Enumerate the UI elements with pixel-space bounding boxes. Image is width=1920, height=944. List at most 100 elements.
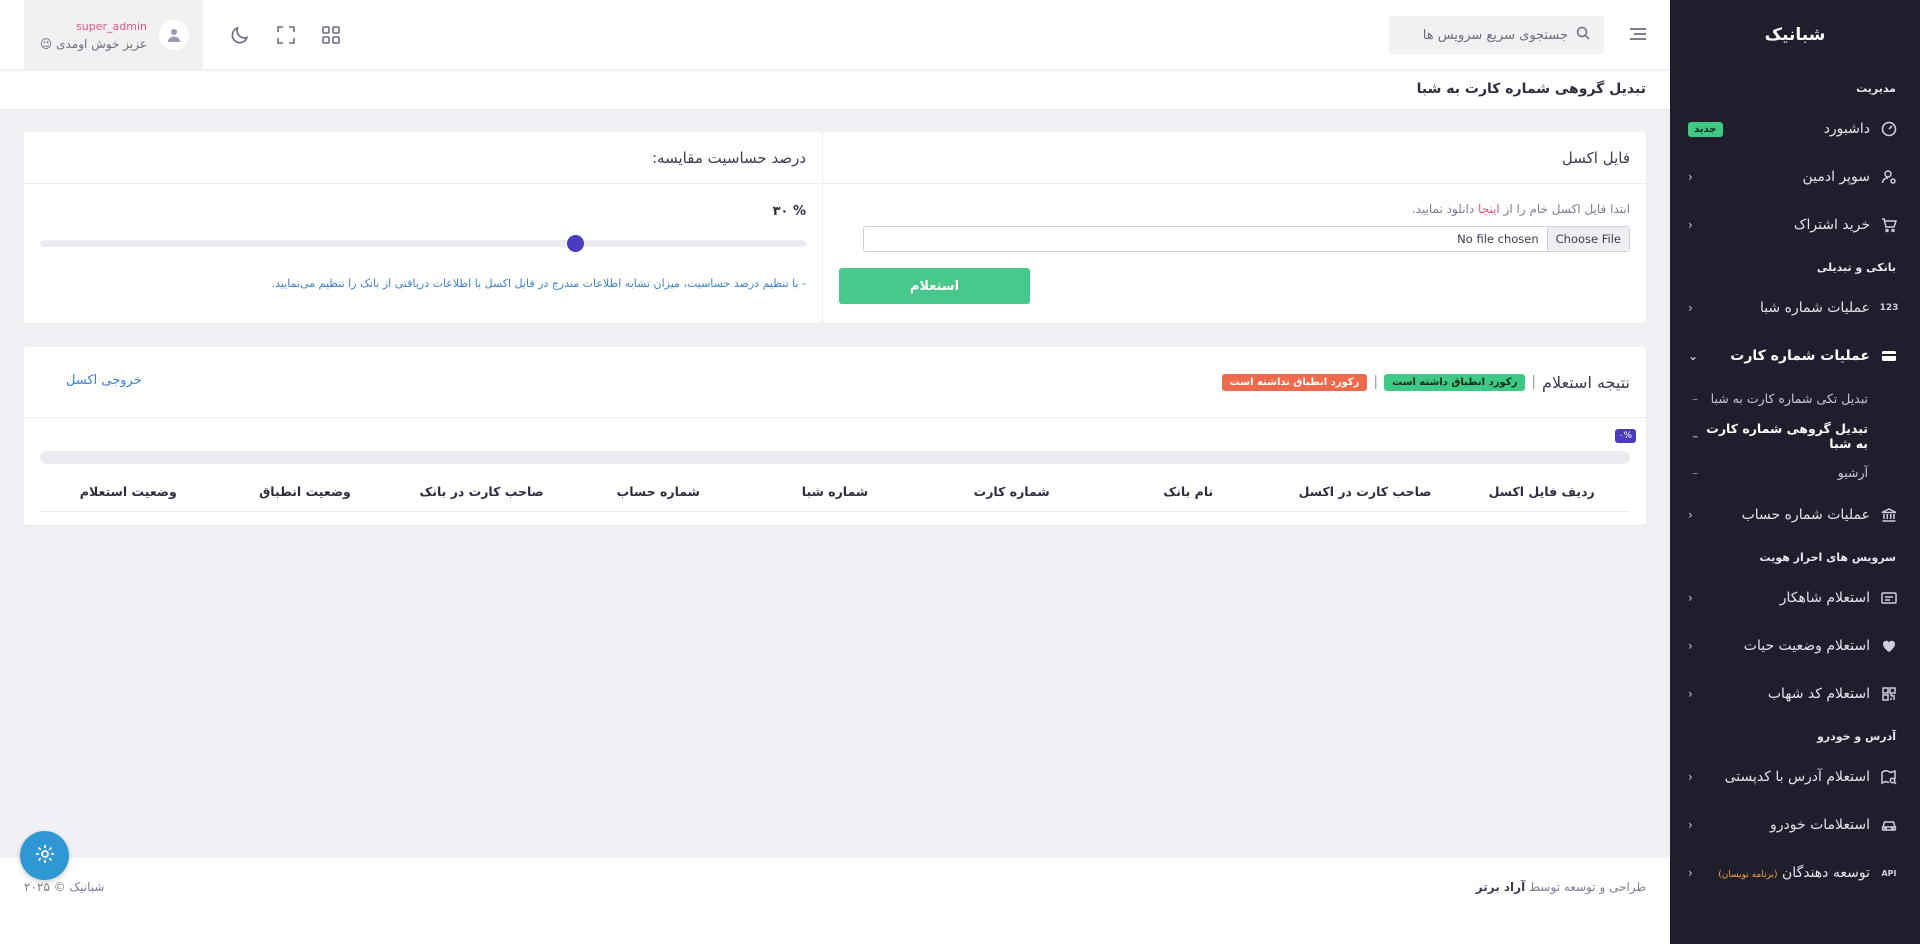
- sidebar-item-label: استعلام آدرس با کدپستی: [1724, 769, 1870, 785]
- sidebar-item-super-admin[interactable]: سوپر ادمین ‹: [1670, 153, 1920, 201]
- sidebar-item-card-ops[interactable]: عملیات شماره کارت ⌄: [1670, 332, 1920, 380]
- dark-mode-moon-icon[interactable]: [229, 24, 251, 46]
- credit-card-icon: [1880, 347, 1898, 365]
- id-card-icon: [1880, 589, 1898, 607]
- table-column-header: صاحب کارت در اکسل: [1298, 484, 1432, 499]
- brand-logo[interactable]: شبانیک: [1670, 0, 1920, 70]
- chevron-left-icon: ‹: [1688, 639, 1693, 653]
- user-greeting: 😉 عزیز خوش اومدی: [40, 37, 147, 51]
- excel-file-input[interactable]: Choose File No file chosen: [863, 226, 1630, 252]
- new-badge: جدید: [1688, 121, 1723, 137]
- file-status: No file chosen: [1457, 232, 1539, 246]
- page-title-bar: تبدیل گروهی شماره کارت به شبا: [0, 71, 1670, 109]
- sidebar-item-label: عملیات شماره شبا: [1759, 300, 1870, 316]
- user-menu[interactable]: super_admin 😉 عزیز خوش اومدی: [24, 0, 203, 70]
- section-title-identity: سرویس های احراز هویت: [1759, 551, 1896, 564]
- table-column-header: وضعیت انطباق: [259, 484, 351, 499]
- download-template-link[interactable]: اینجا: [1478, 202, 1500, 216]
- sidebar-item-life-status[interactable]: استعلام وضعیت حیات ‹: [1670, 622, 1920, 670]
- sidebar-subitem-single-convert[interactable]: تبدیل تکی شماره کارت به شبا: [1670, 380, 1920, 417]
- sidebar-item-sheba-ops[interactable]: 123 عملیات شماره شبا ‹: [1670, 284, 1920, 332]
- sidebar: شبانیک مدیریت داشبورد جدید سوپر ادمین ‹ …: [1670, 0, 1920, 944]
- designed-by-text: طراحی و توسعه توسط: [1529, 880, 1646, 894]
- sidebar-item-label: استعلامات خودرو: [1770, 817, 1870, 833]
- sidebar-subitem-bulk-convert[interactable]: تبدیل گروهی شماره کارت به شبا: [1670, 417, 1920, 454]
- export-excel-link[interactable]: خروجی اکسل: [66, 373, 142, 388]
- inquiry-button[interactable]: استعلام: [839, 268, 1030, 304]
- sensitivity-value: % ۳۰: [772, 204, 806, 219]
- choose-file-button[interactable]: Choose File: [1546, 227, 1629, 251]
- sidebar-item-dashboard[interactable]: داشبورد جدید: [1670, 105, 1920, 153]
- footer-credit: طراحی و توسعه توسط آراد برتر: [1476, 880, 1646, 894]
- excel-card-title: فایل اکسل: [823, 132, 1646, 184]
- car-icon: [1880, 816, 1898, 834]
- search-input[interactable]: جستجوی سریع سرویس ها: [1389, 16, 1604, 54]
- section-title-management: مدیریت: [1856, 82, 1896, 95]
- chevron-left-icon: ‹: [1688, 170, 1693, 184]
- table-column-header: ردیف فایل اکسل: [1488, 484, 1595, 499]
- result-title: نتیجه استعلام: [1542, 372, 1630, 392]
- chevron-left-icon: ‹: [1688, 508, 1693, 522]
- sidebar-subitem-archive[interactable]: آرشیو: [1670, 454, 1920, 491]
- gauge-icon: [1880, 120, 1898, 138]
- chevron-left-icon: ‹: [1688, 770, 1693, 784]
- progress-bar: [40, 451, 1630, 464]
- greeting-emoji-icon: 😉: [39, 36, 53, 51]
- qr-code-icon: [1880, 685, 1898, 703]
- legend-nomatch-badge: رکورد انطباق نداشته است: [1221, 373, 1368, 391]
- company-link[interactable]: آراد برتر: [1476, 880, 1525, 894]
- separator: |: [1531, 374, 1537, 390]
- api-icon: API: [1881, 868, 1897, 878]
- helper-after: دانلود نمایید.: [1411, 202, 1475, 216]
- footer: طراحی و توسعه توسط آراد برتر شبانیک © ۲۰…: [0, 858, 1670, 944]
- avatar: [159, 20, 189, 50]
- sidebar-item-account-ops[interactable]: عملیات شماره حساب ‹: [1670, 491, 1920, 539]
- sidebar-item-buy-subscription[interactable]: خرید اشتراک ‹: [1670, 201, 1920, 249]
- heart-icon: [1880, 637, 1898, 655]
- result-table-header: ردیف فایل اکسل صاحب کارت در اکسل نام بانک ش…: [40, 472, 1630, 512]
- table-column-header: شماره حساب: [616, 484, 700, 499]
- sidebar-item-shahab[interactable]: استعلام کد شهاب ‹: [1670, 670, 1920, 718]
- sidebar-item-label: استعلام وضعیت حیات: [1743, 638, 1870, 654]
- helper-before: ابتدا فایل اکسل خام را از: [1503, 202, 1630, 216]
- sidebar-item-vehicle[interactable]: استعلامات خودرو ‹: [1670, 801, 1920, 849]
- bank-icon: [1880, 506, 1898, 524]
- top-header: جستجوی سریع سرویس ها super_admin 😉 عزیز …: [0, 0, 1670, 70]
- settings-fab[interactable]: [20, 831, 69, 880]
- chevron-down-icon: ⌄: [1688, 349, 1699, 363]
- chevron-left-icon: ‹: [1688, 818, 1693, 832]
- sidebar-item-shahkar[interactable]: استعلام شاهکار ‹: [1670, 574, 1920, 622]
- hamburger-menu-icon[interactable]: [1626, 22, 1650, 46]
- chevron-left-icon: ‹: [1688, 218, 1693, 232]
- chevron-left-icon: ‹: [1688, 301, 1693, 315]
- sidebar-item-postal-address[interactable]: استعلام آدرس با کدپستی ‹: [1670, 753, 1920, 801]
- sidebar-item-developers[interactable]: API توسعه دهندگان (برنامه نویسان) ‹: [1670, 849, 1920, 897]
- chevron-left-icon: ‹: [1688, 591, 1693, 605]
- sensitivity-slider-thumb[interactable]: [567, 235, 585, 252]
- search-placeholder: جستجوی سریع سرویس ها: [1422, 27, 1568, 43]
- sidebar-item-label: عملیات شماره کارت: [1730, 348, 1870, 364]
- map-search-icon: [1880, 768, 1898, 786]
- section-title-banking: بانکی و تبدیلی: [1816, 261, 1896, 274]
- sensitivity-note: - با تنظیم درصد حساسیت، میزان تشابه اطلا…: [271, 277, 806, 290]
- user-name: super_admin: [76, 19, 147, 33]
- search-icon: [1576, 26, 1590, 44]
- chevron-left-icon: ‹: [1688, 866, 1693, 880]
- fullscreen-icon[interactable]: [275, 24, 297, 46]
- legend-match-badge: رکورد انطباق داشته است: [1384, 373, 1526, 391]
- sidebar-item-label: استعلام شاهکار: [1779, 590, 1870, 606]
- table-column-header: شماره شبا: [801, 484, 869, 499]
- result-card-header: نتیجه استعلام | رکورد انطباق داشته است |…: [24, 347, 1646, 418]
- sensitivity-slider-track[interactable]: [40, 240, 806, 247]
- apps-grid-icon[interactable]: [320, 24, 342, 46]
- section-title-address: آدرس و خودرو: [1816, 730, 1896, 743]
- sidebar-item-label: عملیات شماره حساب: [1741, 507, 1870, 523]
- chevron-left-icon: ‹: [1688, 687, 1693, 701]
- table-column-header: وضعیت استعلام: [79, 484, 177, 499]
- excel-file-card: فایل اکسل ابتدا فایل اکسل خام را از اینج…: [823, 132, 1646, 323]
- separator: |: [1373, 374, 1379, 390]
- sensitivity-card: درصد حساسیت مقایسه: % ۳۰ - با تنظیم درصد…: [24, 132, 822, 323]
- sidebar-item-label: خرید اشتراک: [1793, 217, 1870, 233]
- gear-icon: [34, 843, 56, 869]
- greeting-text: عزیز خوش اومدی: [56, 36, 147, 51]
